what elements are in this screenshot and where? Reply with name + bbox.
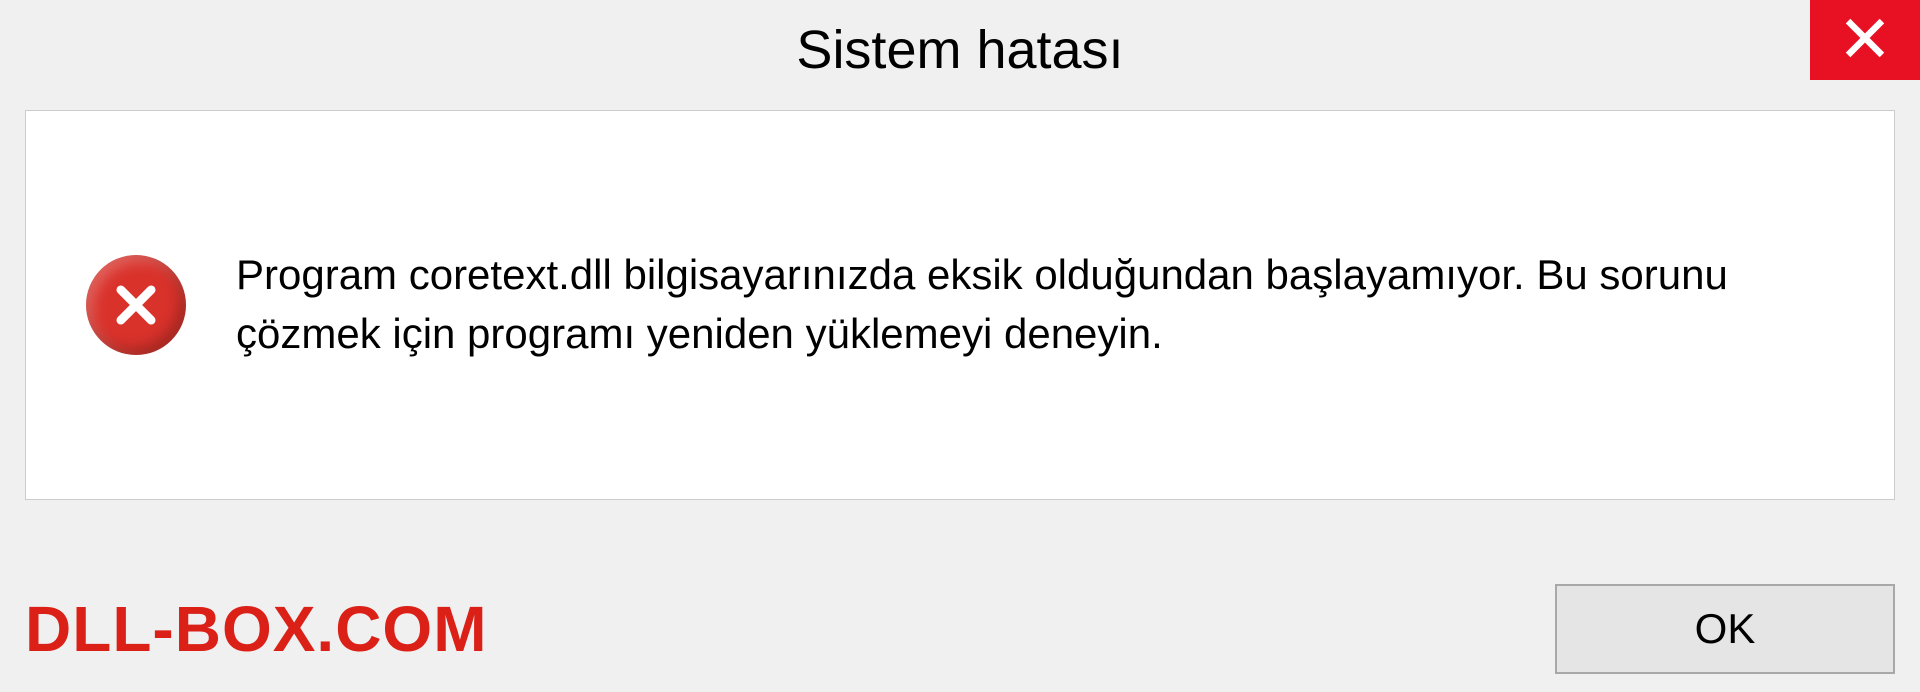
error-icon <box>86 255 186 355</box>
close-button[interactable] <box>1810 0 1920 80</box>
watermark-text: DLL-BOX.COM <box>25 592 488 666</box>
close-icon <box>1843 16 1887 65</box>
content-panel: Program coretext.dll bilgisayarınızda ek… <box>25 110 1895 500</box>
titlebar: Sistem hatası <box>0 0 1920 100</box>
dialog-title: Sistem hatası <box>796 19 1123 81</box>
ok-button[interactable]: OK <box>1555 584 1895 674</box>
footer: DLL-BOX.COM OK <box>25 584 1895 674</box>
error-message: Program coretext.dll bilgisayarınızda ek… <box>236 246 1834 364</box>
